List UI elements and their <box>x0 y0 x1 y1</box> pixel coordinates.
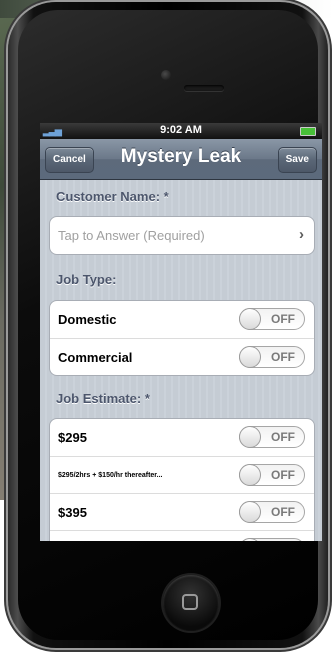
list-item-partial <box>50 530 314 541</box>
job-type-group: Domestic OFF Commercial OFF <box>49 300 315 376</box>
toggle-state: OFF <box>271 430 295 444</box>
toggle-state: OFF <box>271 350 295 364</box>
home-button-icon <box>182 594 198 610</box>
chevron-right-icon: › <box>299 226 304 243</box>
toggle-state: OFF <box>271 312 295 326</box>
customer-name-field[interactable]: Tap to Answer (Required) › <box>50 217 314 254</box>
list-item: $295 OFF <box>50 419 314 456</box>
toggle-switch[interactable]: OFF <box>239 346 305 368</box>
list-item: Domestic OFF <box>50 301 314 338</box>
toggle-switch[interactable]: OFF <box>239 426 305 448</box>
job-estimate-group: $295 OFF $295/2hrs + $150/hr thereafter.… <box>49 418 315 541</box>
option-label: $295/2hrs + $150/hr thereafter... <box>58 472 163 479</box>
toggle-state: OFF <box>271 468 295 482</box>
save-button[interactable]: Save <box>277 147 317 173</box>
option-label: Commercial <box>58 350 133 365</box>
section-label-job-type: Job Type: <box>56 272 117 287</box>
status-bar: ▂▃▅ 9:02 AM <box>40 123 322 139</box>
navigation-bar: Cancel Mystery Leak Save <box>40 139 322 180</box>
toggle-switch[interactable]: OFF <box>239 501 305 523</box>
front-camera-icon <box>161 70 171 80</box>
section-label-job-estimate: Job Estimate: * <box>56 391 150 406</box>
toggle-switch[interactable]: OFF <box>239 464 305 486</box>
app-screen: ▂▃▅ 9:02 AM Cancel Mystery Leak Save Cus… <box>40 123 322 541</box>
customer-name-placeholder: Tap to Answer (Required) <box>58 228 205 243</box>
customer-name-group: Tap to Answer (Required) › <box>49 216 315 255</box>
toggle-switch[interactable]: OFF <box>239 308 305 330</box>
toggle-knob <box>239 464 261 486</box>
status-time: 9:02 AM <box>160 124 202 136</box>
toggle-knob <box>239 501 261 523</box>
toggle-knob <box>239 538 261 541</box>
battery-icon <box>300 127 316 136</box>
list-item: Commercial OFF <box>50 338 314 375</box>
home-button[interactable] <box>163 575 219 631</box>
toggle-switch[interactable] <box>239 538 305 541</box>
option-label: $395 <box>58 505 87 520</box>
toggle-state: OFF <box>271 505 295 519</box>
list-item: $395 OFF <box>50 493 314 530</box>
toggle-knob <box>239 308 261 330</box>
option-label: Domestic <box>58 312 117 327</box>
toggle-knob <box>239 346 261 368</box>
toggle-knob <box>239 426 261 448</box>
list-item: $295/2hrs + $150/hr thereafter... OFF <box>50 456 314 493</box>
option-label: $295 <box>58 430 87 445</box>
section-label-customer-name: Customer Name: * <box>56 189 169 204</box>
earpiece-speaker <box>184 85 224 91</box>
